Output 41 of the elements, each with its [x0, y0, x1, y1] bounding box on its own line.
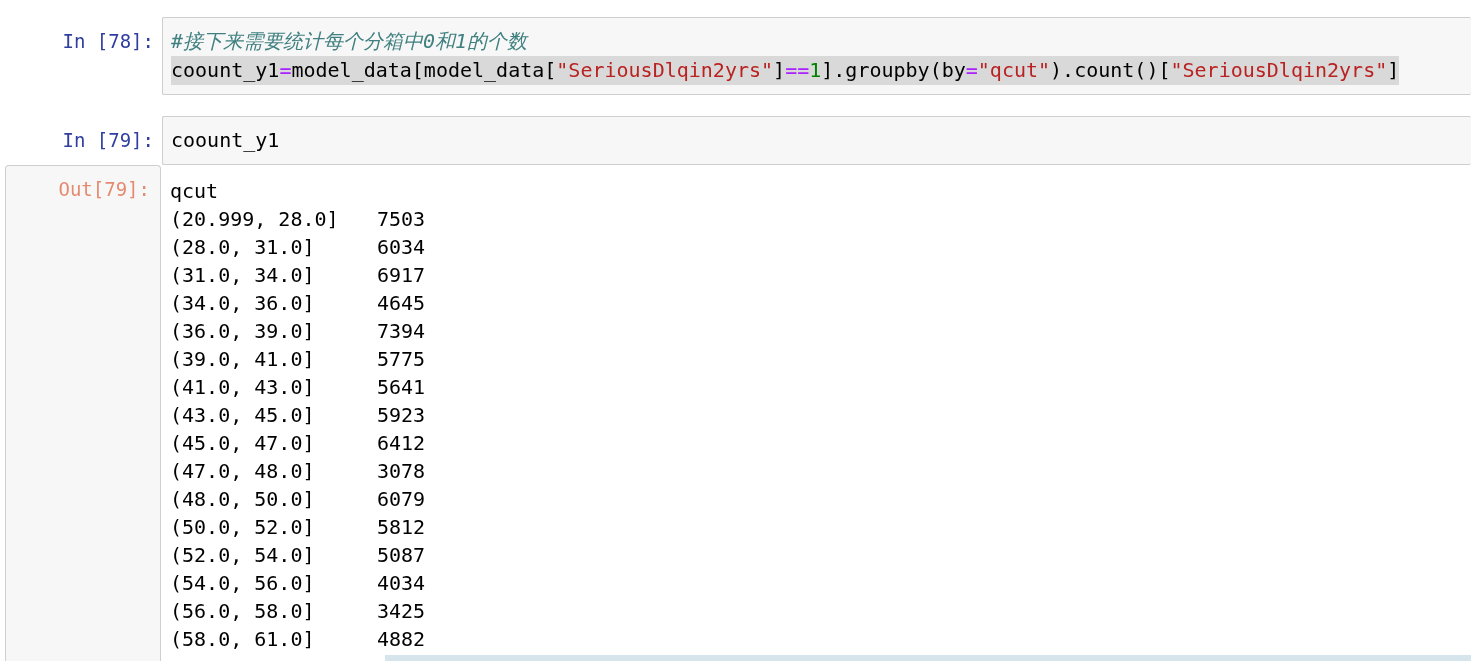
code-comment: #接下来需要统计每个分箱中0和1的个数	[171, 28, 528, 55]
code-cell[interactable]: #接下来需要统计每个分箱中0和1的个数 coount_y1=model_data[model_data["SeriousDlqin2yrs"]==1].groupby(by="qcut").count()["SeriousDlqin2yrs"]	[162, 17, 1471, 95]
count-value: 4034	[377, 570, 426, 597]
interval-label: (54.0, 56.0]	[170, 570, 316, 597]
count-value: 5812	[377, 514, 426, 541]
count-value: 7394	[377, 318, 426, 345]
count-value: 6917	[377, 262, 426, 289]
count-value: 7503	[377, 206, 426, 233]
interval-label: (31.0, 34.0]	[170, 262, 316, 289]
interval-label: (58.0, 61.0]	[170, 626, 316, 653]
interval-label: (45.0, 47.0]	[170, 430, 316, 457]
code-line: coount_y1	[171, 127, 280, 154]
interval-label: (52.0, 54.0]	[170, 542, 316, 569]
code-cell[interactable]: coount_y1	[162, 116, 1471, 165]
count-value: 5087	[377, 542, 426, 569]
interval-label: (48.0, 50.0]	[170, 486, 316, 513]
interval-label: (47.0, 48.0]	[170, 458, 316, 485]
count-value: 4882	[377, 626, 426, 653]
scrollbar[interactable]	[385, 655, 1471, 661]
count-value: 3425	[377, 598, 426, 625]
count-value: 6079	[377, 486, 426, 513]
input-prompt: In [78]:	[61, 29, 155, 54]
interval-label: (28.0, 31.0]	[170, 234, 316, 261]
interval-label: (50.0, 52.0]	[170, 514, 316, 541]
count-value: 6412	[377, 430, 426, 457]
output-header: qcut	[170, 178, 219, 205]
count-value: 5923	[377, 402, 426, 429]
count-value: 6034	[377, 234, 426, 261]
interval-label: (43.0, 45.0]	[170, 402, 316, 429]
interval-label: (56.0, 58.0]	[170, 598, 316, 625]
interval-label: (36.0, 39.0]	[170, 318, 316, 345]
count-value: 5641	[377, 374, 426, 401]
count-value: 4645	[377, 290, 426, 317]
interval-label: (34.0, 36.0]	[170, 290, 316, 317]
output-prompt: Out[79]:	[57, 177, 151, 202]
interval-label: (41.0, 43.0]	[170, 374, 316, 401]
count-value: 3078	[377, 458, 426, 485]
interval-label: (20.999, 28.0]	[170, 206, 340, 233]
interval-label: (39.0, 41.0]	[170, 346, 316, 373]
count-value: 5775	[377, 346, 426, 373]
input-prompt: In [79]:	[61, 128, 155, 153]
